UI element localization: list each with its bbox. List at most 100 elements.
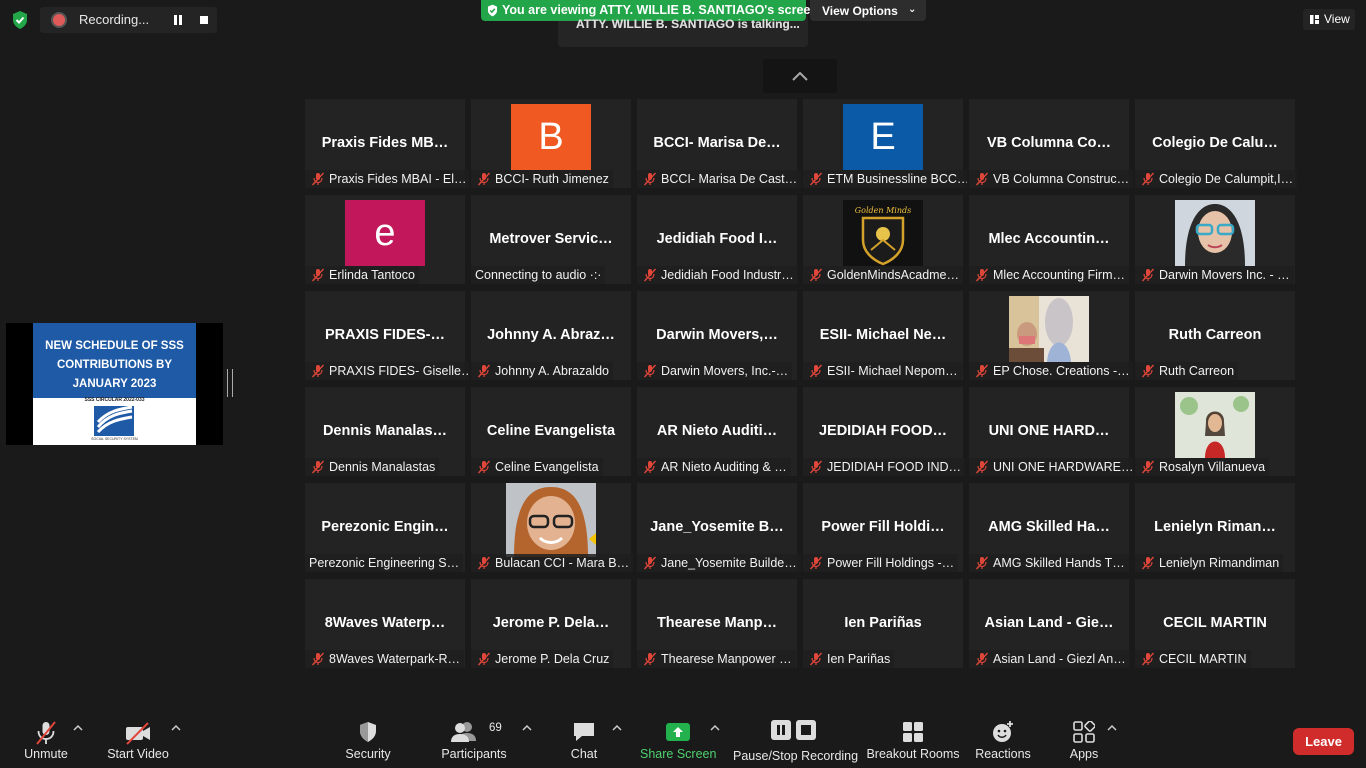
participant-label-text: Connecting to audio ·:· <box>475 268 602 282</box>
participant-tile[interactable]: CECIL MARTIN CECIL MARTIN <box>1135 579 1295 668</box>
participant-tile[interactable]: Ruth Carreon Ruth Carreon <box>1135 291 1295 380</box>
participant-tile[interactable]: Lenielyn Riman… Lenielyn Rimandiman <box>1135 483 1295 572</box>
muted-microphone-icon <box>809 364 823 378</box>
participant-tile[interactable]: Power Fill Holdi… Power Fill Holdings -… <box>803 483 963 572</box>
participant-tile[interactable]: Celine Evangelista Celine Evangelista <box>471 387 631 476</box>
stop-recording-icon[interactable] <box>200 16 208 24</box>
participant-tile[interactable]: Bulacan CCI - Mara B… <box>471 483 634 572</box>
participant-label: AMG Skilled Hands T… <box>969 554 1129 572</box>
muted-microphone-icon <box>477 460 491 474</box>
participant-label: AR Nieto Auditing & … <box>637 458 791 476</box>
collapse-gallery-button[interactable] <box>763 59 837 93</box>
muted-microphone-icon <box>311 172 325 186</box>
participant-name: Ien Pariñas <box>844 615 922 631</box>
participant-tile[interactable]: AMG Skilled Ha… AMG Skilled Hands T… <box>969 483 1129 572</box>
participant-tile[interactable]: Colegio De Calu… Colegio De Calumpit,I… <box>1135 99 1298 188</box>
participant-tile[interactable]: Praxis Fides MB… Praxis Fides MBAI - El… <box>305 99 469 188</box>
participant-tile[interactable]: E ETM Businessline BCC… <box>803 99 967 188</box>
participant-tile[interactable]: Mlec Accountin… Mlec Accounting Firm… <box>969 195 1129 284</box>
muted-microphone-icon <box>975 268 989 282</box>
participant-label-text: Colegio De Calumpit,I… <box>1159 172 1294 186</box>
participant-label-text: ETM Businessline BCC… <box>827 172 967 186</box>
pause-stop-icon <box>771 720 816 740</box>
participant-tile[interactable]: ESII- Michael Ne… ESII- Michael Nepom… <box>803 291 963 380</box>
participant-label: Jane_Yosemite Builde… <box>637 554 801 572</box>
muted-microphone-icon <box>1141 556 1155 570</box>
participant-tile[interactable]: Asian Land - Gie… Asian Land - Giezl An… <box>969 579 1130 668</box>
participant-tile[interactable]: EP Chose. Creations -… <box>969 291 1133 380</box>
participant-tile[interactable]: Johnny A. Abraz… Johnny A. Abrazaldo <box>471 291 631 380</box>
participant-label: CECIL MARTIN <box>1135 650 1251 668</box>
participant-label: Mlec Accounting Firm… <box>969 266 1129 284</box>
participants-options-caret-icon[interactable] <box>522 724 532 732</box>
muted-microphone-icon <box>643 460 657 474</box>
participant-tile[interactable]: BCCI- Marisa De… BCCI- Marisa De Cast… <box>637 99 801 188</box>
grid-view-icon <box>1310 15 1319 24</box>
participant-label: BCCI- Ruth Jimenez <box>471 170 613 188</box>
participant-label-text: PRAXIS FIDES- Giselle… <box>329 364 469 378</box>
audio-options-caret-icon[interactable] <box>73 724 83 732</box>
participant-tile[interactable]: Dennis Manalas… Dennis Manalastas <box>305 387 465 476</box>
security-shield-icon[interactable] <box>10 10 30 30</box>
participant-label-text: AR Nieto Auditing & … <box>661 460 787 474</box>
participant-tile[interactable]: Golden Minds GoldenMindsAcadme… <box>803 195 964 284</box>
security-label: Security <box>345 747 391 761</box>
participant-name: Metrover Servic… <box>489 231 613 247</box>
panel-resize-handle[interactable] <box>227 369 233 397</box>
participant-name: Darwin Movers,… <box>656 327 778 343</box>
participant-tile[interactable]: Jedidiah Food I… Jedidiah Food Industr… <box>637 195 798 284</box>
view-button[interactable]: View <box>1303 9 1355 30</box>
participant-tile[interactable]: Rosalyn Villanueva <box>1135 387 1295 476</box>
participant-label: Connecting to audio ·:· <box>471 266 606 284</box>
participant-tile[interactable]: Perezonic Engin… Perezonic Engineering S… <box>305 483 465 572</box>
participant-name: Johnny A. Abraz… <box>487 327 615 343</box>
participant-label-text: Power Fill Holdings -… <box>827 556 955 570</box>
participant-tile[interactable]: B BCCI- Ruth Jimenez <box>471 99 631 188</box>
participant-tile[interactable]: Metrover Servic… Connecting to audio ·:· <box>471 195 631 284</box>
share-options-caret-icon[interactable] <box>710 724 720 732</box>
participant-tile[interactable]: UNI ONE HARD… UNI ONE HARDWARE… <box>969 387 1133 476</box>
participant-tile[interactable]: VB Columna Co… VB Columna Construc… <box>969 99 1133 188</box>
muted-microphone-icon <box>809 556 823 570</box>
shared-screen-thumbnail[interactable]: NEW SCHEDULE OF SSS CONTRIBUTIONS BY JAN… <box>6 323 223 445</box>
participant-label-text: Erlinda Tantoco <box>329 268 415 282</box>
apps-options-caret-icon[interactable] <box>1107 724 1117 732</box>
participant-avatar: B <box>511 104 591 170</box>
participant-tile[interactable]: Ien Pariñas Ien Pariñas <box>803 579 963 668</box>
participant-tile[interactable]: e Erlinda Tantoco <box>305 195 465 284</box>
participant-label-text: CECIL MARTIN <box>1159 652 1247 666</box>
participant-tile[interactable]: Jane_Yosemite B… Jane_Yosemite Builde… <box>637 483 801 572</box>
participant-name: Perezonic Engin… <box>321 519 449 535</box>
chevron-down-icon: ⌄ <box>908 4 917 15</box>
participant-tile[interactable]: Darwin Movers Inc. - … <box>1135 195 1295 284</box>
golden-minds-logo-icon: Golden Minds <box>843 200 923 266</box>
participant-label: Power Fill Holdings -… <box>803 554 959 572</box>
unmute-label: Unmute <box>24 747 68 761</box>
participant-name: BCCI- Marisa De… <box>653 135 781 151</box>
sss-logo-icon <box>94 405 134 436</box>
participant-label-text: Johnny A. Abrazaldo <box>495 364 609 378</box>
participant-tile[interactable]: PRAXIS FIDES-… PRAXIS FIDES- Giselle… <box>305 291 469 380</box>
participant-label-text: Jane_Yosemite Builde… <box>661 556 797 570</box>
participant-tile[interactable]: Jerome P. Dela… Jerome P. Dela Cruz <box>471 579 631 668</box>
slide-subtitle: SSS CIRCULAR 2022-033 <box>84 397 145 403</box>
participant-tile[interactable]: Darwin Movers,… Darwin Movers, Inc.-… <box>637 291 797 380</box>
pause-recording-icon[interactable] <box>173 15 183 25</box>
participant-avatar: e <box>345 200 425 266</box>
participant-name: JEDIDIAH FOOD… <box>818 423 948 439</box>
leave-button[interactable]: Leave <box>1293 728 1354 755</box>
participant-tile[interactable]: 8Waves Waterp… 8Waves Waterpark-R… <box>305 579 465 668</box>
participant-tile[interactable]: JEDIDIAH FOOD… JEDIDIAH FOOD IND… <box>803 387 966 476</box>
participant-label: Darwin Movers Inc. - … <box>1135 266 1294 284</box>
recording-label: Recording... <box>79 12 150 27</box>
participant-tile[interactable]: AR Nieto Auditi… AR Nieto Auditing & … <box>637 387 797 476</box>
participant-name: AR Nieto Auditi… <box>656 423 778 439</box>
reactions-smiley-icon <box>993 721 1013 742</box>
video-options-caret-icon[interactable] <box>171 724 181 732</box>
shield-check-icon <box>487 4 498 17</box>
participant-name: Thearese Manp… <box>656 615 778 631</box>
view-options-button[interactable]: View Options ⌄ <box>810 0 926 21</box>
participant-label-text: Celine Evangelista <box>495 460 599 474</box>
participant-tile[interactable]: Thearese Manp… Thearese Manpower … <box>637 579 797 668</box>
chat-options-caret-icon[interactable] <box>612 724 622 732</box>
